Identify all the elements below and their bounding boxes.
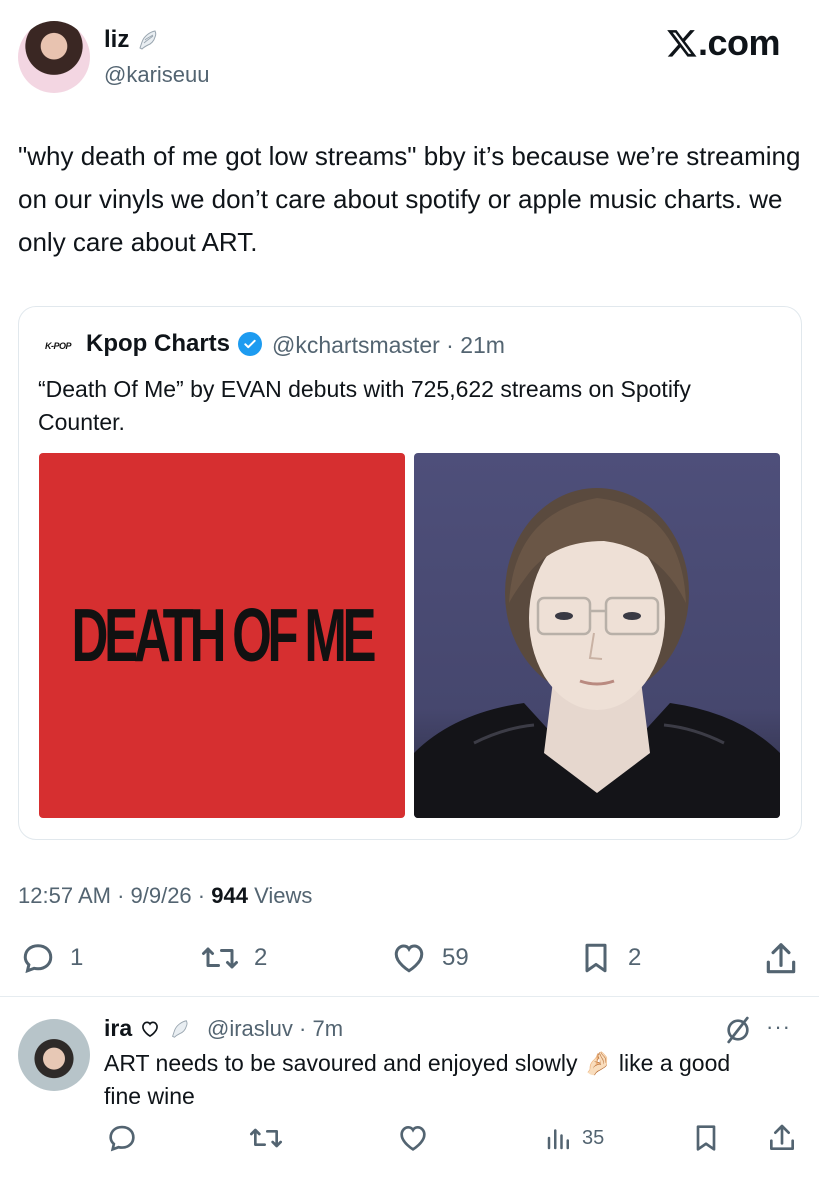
like-count: 59 <box>442 944 469 971</box>
tweet-body: "why death of me got low streams" bby it… <box>18 141 801 257</box>
x-logo-icon <box>667 30 697 57</box>
artist-portrait-illustration <box>414 488 780 818</box>
share-icon <box>770 1124 794 1150</box>
analytics-icon <box>547 1129 569 1150</box>
quoted-author-name[interactable]: Kpop Charts <box>86 330 262 358</box>
reply-repost-button[interactable] <box>248 1122 284 1154</box>
reply-icon <box>23 944 53 974</box>
heart-icon <box>400 1125 426 1151</box>
reply-bookmark-button[interactable] <box>690 1122 722 1154</box>
like-button[interactable]: 59 <box>390 940 469 976</box>
angel-wing-icon <box>139 30 157 50</box>
reply-author-name-text: ira <box>104 1015 133 1041</box>
tweet-meta: 12:57 AM · 9/9/26 · 944 Views <box>18 883 312 909</box>
bookmark-count: 2 <box>628 944 642 971</box>
bookmark-icon <box>585 943 607 973</box>
reply-reply-button[interactable] <box>106 1122 138 1154</box>
author-name-text: liz <box>104 26 130 53</box>
heart-icon <box>394 944 424 973</box>
repost-button[interactable]: 2 <box>200 940 267 976</box>
views-count: 944 <box>211 883 248 908</box>
verified-badge-icon <box>238 332 262 356</box>
angel-wing-icon <box>172 1019 188 1038</box>
share-icon <box>766 943 796 974</box>
reply-share-button[interactable] <box>766 1122 798 1154</box>
quoted-author-name-text: Kpop Charts <box>86 330 230 357</box>
divider <box>0 996 819 997</box>
tweet-timestamp[interactable]: 12:57 AM · 9/9/26 · <box>18 883 211 908</box>
kpop-charts-avatar-logo[interactable]: K-POP <box>38 337 78 355</box>
author-display-name[interactable]: liz <box>104 26 159 54</box>
reply-icon <box>109 1125 135 1152</box>
author-avatar[interactable] <box>18 21 90 93</box>
bookmark-button[interactable]: 2 <box>578 940 641 976</box>
tweet-action-bar: 1 2 59 2 <box>0 940 819 980</box>
repost-count: 2 <box>254 944 268 971</box>
artist-photo-image[interactable] <box>414 453 780 818</box>
grok-icon[interactable] <box>722 1014 754 1051</box>
reply-button[interactable]: 1 <box>20 940 83 976</box>
reply-author-name[interactable]: ira <box>104 1015 190 1042</box>
reply-author-avatar[interactable] <box>18 1019 90 1091</box>
reply-action-bar: 35 <box>0 1122 819 1158</box>
death-of-me-cover-image[interactable]: DEATH OF ME <box>39 453 405 818</box>
quoted-tweet-body: “Death Of Me” by EVAN debuts with 725,62… <box>38 376 691 435</box>
reply-views-count: 35 <box>582 1126 605 1149</box>
bookmark-icon <box>696 1125 716 1151</box>
reply-like-button[interactable] <box>396 1122 430 1154</box>
repost-icon <box>249 1128 282 1148</box>
x-com-text: .com <box>698 22 781 63</box>
heart-outline-icon <box>142 1020 159 1037</box>
repost-icon <box>202 947 238 969</box>
author-handle[interactable]: @kariseuu <box>104 62 210 88</box>
quoted-author-handle-time[interactable]: @kchartsmaster · 21m <box>272 332 505 359</box>
reply-author-handle-time[interactable]: @irasluv · 7m <box>207 1016 343 1042</box>
x-com-logo: .com <box>666 22 781 64</box>
more-options-icon[interactable]: ··· <box>766 1014 791 1040</box>
share-button[interactable] <box>762 940 800 978</box>
reply-views-button[interactable]: 35 <box>544 1122 604 1154</box>
cover-title-text: DEATH OF ME <box>71 593 377 678</box>
views-label: Views <box>247 883 313 908</box>
reply-count: 1 <box>70 944 84 971</box>
reply-body: ART needs to be savoured and enjoyed slo… <box>104 1050 731 1109</box>
